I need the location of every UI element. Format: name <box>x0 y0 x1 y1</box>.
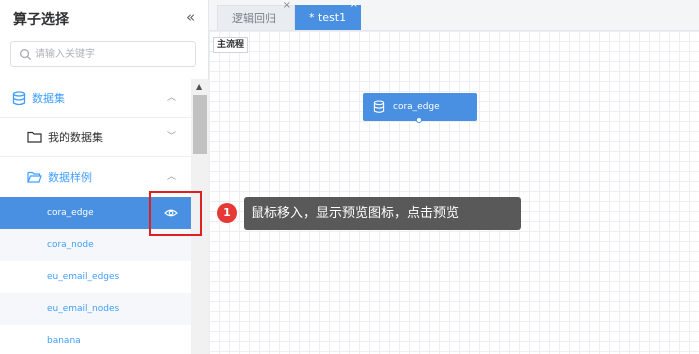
scroll-thumb[interactable] <box>193 95 207 154</box>
annotation-tooltip: 鼠标移入，显示预览图标，点击预览 <box>244 197 521 230</box>
scroll-up-arrow-icon[interactable]: ▲ <box>196 82 202 92</box>
tree-node-my-datasets[interactable]: 我的数据集 ﹀ <box>0 117 191 157</box>
tree-node-label: 我的数据集 <box>48 131 103 144</box>
database-icon <box>12 90 26 105</box>
tree-node-label: 数据样例 <box>48 170 92 184</box>
flow-canvas[interactable]: 主流程 cora_edge <box>209 31 699 354</box>
dataset-item-label: banana <box>47 336 81 346</box>
sidebar-title: 算子选择 <box>13 12 69 28</box>
highlight-box <box>149 191 202 236</box>
tab-label: 逻辑回归 <box>232 12 276 25</box>
folder-icon <box>27 131 42 143</box>
dataset-item-label: eu_email_nodes <box>47 304 120 314</box>
output-port[interactable] <box>416 117 422 123</box>
chevron-up-icon: ︿ <box>167 171 177 182</box>
dataset-item-banana[interactable]: banana <box>0 325 191 354</box>
tab-label: * test1 <box>309 11 347 24</box>
dataset-item-label: cora_node <box>47 240 94 250</box>
tab-bar: 逻辑回归 × * test1 × <box>209 0 699 31</box>
search-input[interactable] <box>35 45 190 63</box>
sidebar-header: 算子选择 « <box>0 0 209 36</box>
search-icon <box>20 49 32 61</box>
folder-open-icon <box>27 171 42 183</box>
chevron-up-icon: ︿ <box>167 93 177 103</box>
close-icon[interactable]: × <box>283 0 291 13</box>
dataset-item-eu-email-nodes[interactable]: eu_email_nodes <box>0 293 191 325</box>
tree-node-dataset[interactable]: 数据集 ︿ <box>0 79 191 117</box>
collapse-sidebar-icon[interactable]: « <box>186 8 195 26</box>
tab-logistic-regression[interactable]: 逻辑回归 × <box>217 0 295 30</box>
operator-sidebar: 算子选择 « 数据集 ︿ 我的数据集 ﹀ <box>0 0 209 354</box>
tree-node-label: 数据集 <box>32 92 65 105</box>
dataset-item-label: cora_edge <box>47 208 94 218</box>
close-icon[interactable]: × <box>350 0 358 12</box>
tab-test1[interactable]: * test1 × <box>295 0 361 30</box>
main-flow-tag: 主流程 <box>213 37 249 53</box>
search-box[interactable] <box>10 41 196 67</box>
step-badge: 1 <box>217 203 237 223</box>
flow-node-label: cora_edge <box>393 102 440 112</box>
flow-node-cora-edge[interactable]: cora_edge <box>363 93 477 123</box>
chevron-down-icon: ﹀ <box>167 132 177 142</box>
dataset-item-label: eu_email_edges <box>47 272 120 282</box>
database-icon <box>373 100 385 113</box>
dataset-item-eu-email-edges[interactable]: eu_email_edges <box>0 261 191 293</box>
